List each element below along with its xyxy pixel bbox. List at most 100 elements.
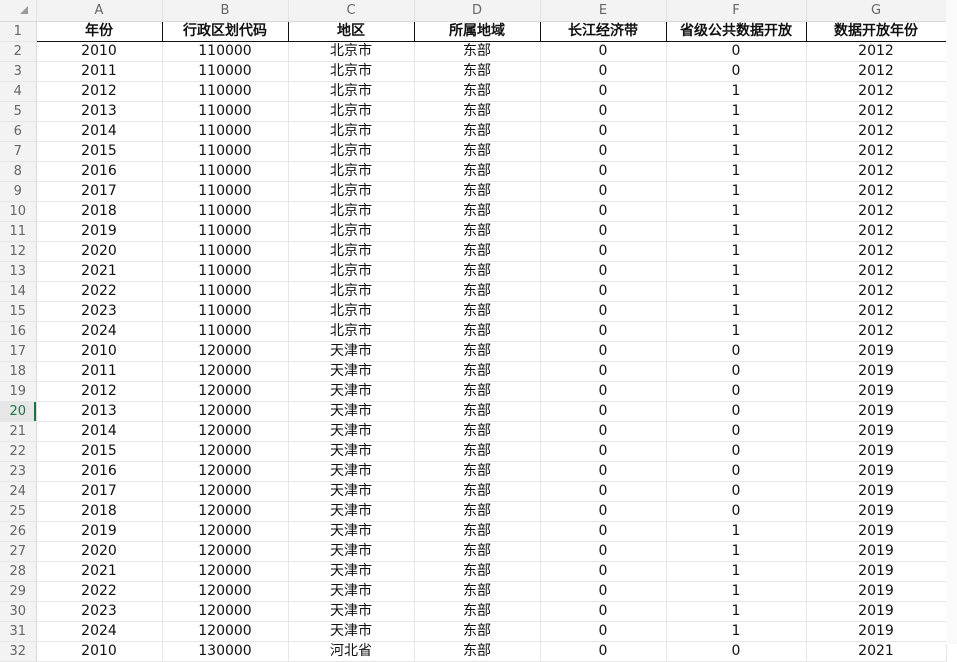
row-number[interactable]: 25 (0, 501, 37, 522)
column-header-e[interactable]: E (540, 0, 667, 22)
cell-provincial-open-data[interactable]: 1 (666, 241, 807, 262)
cell-year[interactable]: 2010 (36, 341, 163, 362)
cell-provincial-open-data[interactable]: 1 (666, 621, 807, 642)
cell-area[interactable]: 东部 (414, 61, 541, 82)
cell-area[interactable]: 东部 (414, 361, 541, 382)
cell-provincial-open-data[interactable]: 1 (666, 521, 807, 542)
cell-open-data-year[interactable]: 2012 (806, 101, 947, 122)
cell-yangtze-belt[interactable]: 0 (540, 221, 667, 242)
cell-region-code[interactable]: 110000 (162, 301, 289, 322)
cell-region-code[interactable]: 110000 (162, 181, 289, 202)
cell-area[interactable]: 东部 (414, 621, 541, 642)
row-number[interactable]: 11 (0, 221, 37, 242)
cell-region-code[interactable]: 120000 (162, 381, 289, 402)
cell-year[interactable]: 2011 (36, 61, 163, 82)
cell-region-code[interactable]: 110000 (162, 281, 289, 302)
cell-open-data-year[interactable]: 2012 (806, 241, 947, 262)
header-cell-region-code[interactable]: 行政区划代码 (161, 21, 289, 42)
cell-region[interactable]: 天津市 (288, 421, 415, 442)
cell-region-code[interactable]: 110000 (162, 161, 289, 182)
column-header-b[interactable]: B (162, 0, 289, 22)
cell-provincial-open-data[interactable]: 1 (666, 561, 807, 582)
cell-year[interactable]: 2022 (36, 581, 163, 602)
cell-area[interactable]: 东部 (414, 541, 541, 562)
header-cell-open-data-year[interactable]: 数据开放年份 (805, 21, 947, 42)
cell-region[interactable]: 天津市 (288, 441, 415, 462)
cell-open-data-year[interactable]: 2012 (806, 61, 947, 82)
cell-yangtze-belt[interactable]: 0 (540, 501, 667, 522)
cell-area[interactable]: 东部 (414, 41, 541, 62)
cell-year[interactable]: 2023 (36, 601, 163, 622)
cell-year[interactable]: 2013 (36, 101, 163, 122)
cell-region-code[interactable]: 110000 (162, 261, 289, 282)
row-number[interactable]: 20 (0, 401, 37, 422)
cell-region[interactable]: 天津市 (288, 401, 415, 422)
cell-yangtze-belt[interactable]: 0 (540, 561, 667, 582)
row-number[interactable]: 16 (0, 321, 37, 342)
cell-yangtze-belt[interactable]: 0 (540, 281, 667, 302)
cell-open-data-year[interactable]: 2019 (806, 381, 947, 402)
cell-provincial-open-data[interactable]: 1 (666, 141, 807, 162)
cell-region-code[interactable]: 110000 (162, 241, 289, 262)
header-cell-provincial-open-data[interactable]: 省级公共数据开放 (665, 21, 807, 42)
cell-year[interactable]: 2023 (36, 301, 163, 322)
cell-year[interactable]: 2014 (36, 121, 163, 142)
column-header-d[interactable]: D (414, 0, 541, 22)
cell-open-data-year[interactable]: 2019 (806, 481, 947, 502)
cell-area[interactable]: 东部 (414, 101, 541, 122)
cell-yangtze-belt[interactable]: 0 (540, 61, 667, 82)
cell-year[interactable]: 2021 (36, 561, 163, 582)
cell-yangtze-belt[interactable]: 0 (540, 181, 667, 202)
cell-provincial-open-data[interactable]: 0 (666, 641, 807, 662)
cell-provincial-open-data[interactable]: 1 (666, 581, 807, 602)
cell-year[interactable]: 2024 (36, 621, 163, 642)
cell-provincial-open-data[interactable]: 1 (666, 101, 807, 122)
row-number[interactable]: 18 (0, 361, 37, 382)
row-number[interactable]: 28 (0, 561, 37, 582)
cell-provincial-open-data[interactable]: 1 (666, 221, 807, 242)
row-number[interactable]: 2 (0, 41, 37, 62)
header-cell-region[interactable]: 地区 (287, 21, 415, 42)
cell-region-code[interactable]: 120000 (162, 621, 289, 642)
cell-region[interactable]: 北京市 (288, 121, 415, 142)
cell-region[interactable]: 北京市 (288, 301, 415, 322)
row-number[interactable]: 15 (0, 301, 37, 322)
cell-region-code[interactable]: 120000 (162, 461, 289, 482)
cell-yangtze-belt[interactable]: 0 (540, 481, 667, 502)
cell-region-code[interactable]: 110000 (162, 321, 289, 342)
cell-open-data-year[interactable]: 2019 (806, 601, 947, 622)
row-number[interactable]: 3 (0, 61, 37, 82)
cell-region-code[interactable]: 110000 (162, 201, 289, 222)
cell-region[interactable]: 天津市 (288, 601, 415, 622)
cell-region[interactable]: 天津市 (288, 541, 415, 562)
cell-year[interactable]: 2019 (36, 521, 163, 542)
cell-open-data-year[interactable]: 2019 (806, 621, 947, 642)
cell-region[interactable]: 北京市 (288, 41, 415, 62)
cell-provincial-open-data[interactable]: 0 (666, 381, 807, 402)
cell-yangtze-belt[interactable]: 0 (540, 341, 667, 362)
cell-area[interactable]: 东部 (414, 141, 541, 162)
cell-area[interactable]: 东部 (414, 321, 541, 342)
cell-provincial-open-data[interactable]: 1 (666, 161, 807, 182)
row-number[interactable]: 26 (0, 521, 37, 542)
cell-open-data-year[interactable]: 2021 (806, 641, 947, 662)
cell-open-data-year[interactable]: 2019 (806, 521, 947, 542)
cell-region-code[interactable]: 120000 (162, 501, 289, 522)
cell-region[interactable]: 北京市 (288, 261, 415, 282)
cell-region[interactable]: 河北省 (288, 641, 415, 662)
cell-year[interactable]: 2015 (36, 141, 163, 162)
cell-year[interactable]: 2019 (36, 221, 163, 242)
cell-area[interactable]: 东部 (414, 381, 541, 402)
header-cell-yangtze-belt[interactable]: 长江经济带 (539, 21, 667, 42)
cell-region[interactable]: 北京市 (288, 81, 415, 102)
cell-area[interactable]: 东部 (414, 301, 541, 322)
vertical-scroll-edge[interactable] (946, 0, 957, 644)
cell-area[interactable]: 东部 (414, 461, 541, 482)
cell-area[interactable]: 东部 (414, 481, 541, 502)
row-number[interactable]: 23 (0, 461, 37, 482)
row-number[interactable]: 31 (0, 621, 37, 642)
cell-region-code[interactable]: 120000 (162, 521, 289, 542)
cell-yangtze-belt[interactable]: 0 (540, 161, 667, 182)
cell-open-data-year[interactable]: 2012 (806, 141, 947, 162)
header-cell-year[interactable]: 年份 (35, 21, 163, 42)
